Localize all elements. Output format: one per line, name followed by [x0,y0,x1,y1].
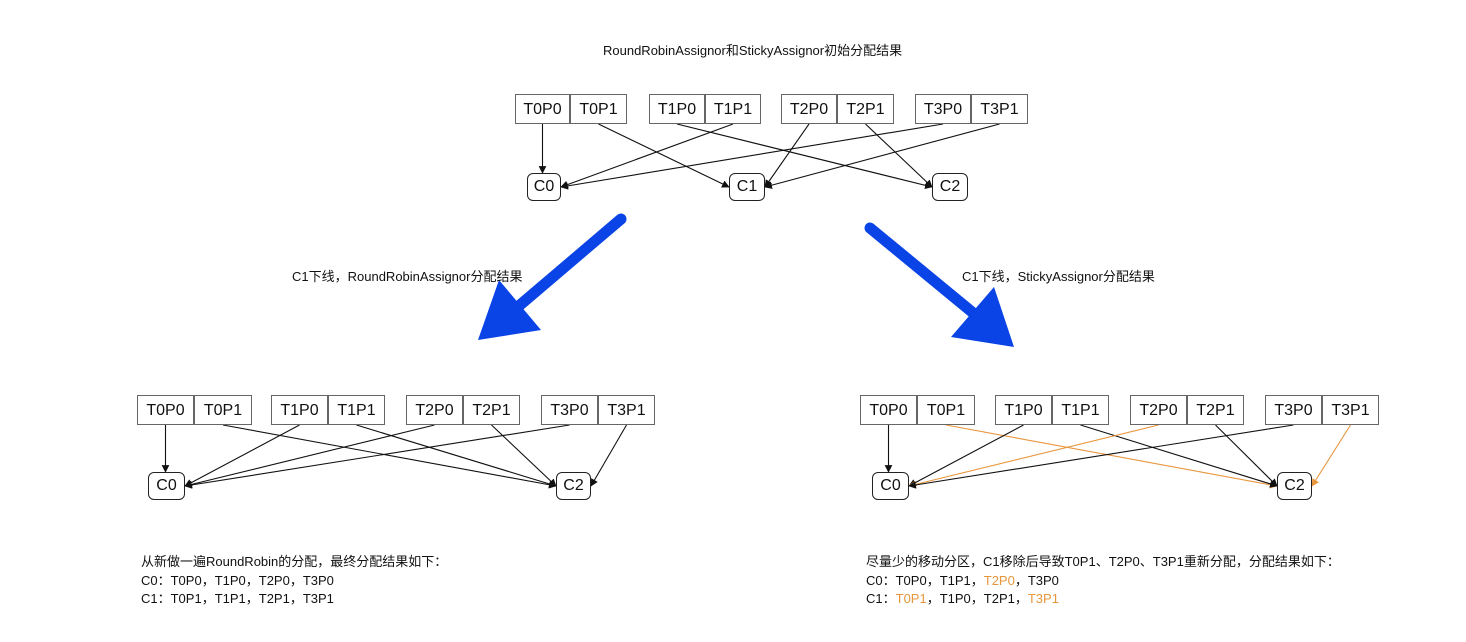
consumer-c2: C2 [1277,472,1312,500]
edge-t2p0-to-c0 [908,424,1159,489]
summary-sticky: 尽量少的移动分区，C1移除后导致T0P1、T2P0、T3P1重新分配，分配结果如… [866,553,1340,609]
title-sticky-after: C1下线，StickyAssignor分配结果 [962,269,1155,284]
edge-t2p1-to-c2 [865,123,933,188]
consumer-c0: C0 [148,472,185,500]
summary-line-c0: C0：T0P0，T1P1，T2P0，T3P0 [866,572,1340,591]
partition-t1p0: T1P0 [271,395,328,425]
summary-text: C0：T0P0，T1P1， [866,572,984,588]
partition-t3p1: T3P1 [1322,395,1379,425]
consumer-c1: C1 [729,173,765,201]
summary-line-c1: C1：T0P1，T1P0，T2P1，T3P1 [866,590,1340,609]
title-initial-assignment: RoundRobinAssignor和StickyAssignor初始分配结果 [603,43,903,58]
edges-top [538,123,1000,190]
partition-t0p0: T0P0 [137,395,194,425]
summary-text: ，T3P0 [1014,572,1059,588]
partition-t0p1: T0P1 [194,395,252,425]
summary-line-c0: C0：T0P0，T1P0，T2P0，T3P0 [141,572,447,591]
edge-t3p1-to-c2 [590,424,627,487]
partition-t2p0: T2P0 [781,94,837,124]
partition-t2p0: T2P0 [406,395,463,425]
partition-t2p1: T2P1 [837,94,894,124]
partition-t1p0: T1P0 [649,94,705,124]
edge-t2p1-to-c2 [491,424,557,487]
partition-t3p0: T3P0 [915,94,971,124]
summary-moved-partition: T3P1 [1027,591,1059,606]
partition-t0p1: T0P1 [570,94,627,124]
partition-t2p1: T2P1 [463,395,520,425]
consumer-c2: C2 [556,472,591,500]
consumer-c0: C0 [527,173,561,201]
summary-text: C0：T0P0，T1P0，T2P0，T3P0 [141,572,334,588]
summary-moved-partition: T0P1 [895,591,927,606]
big-arrow-right [864,222,1014,347]
partition-t3p1: T3P1 [971,94,1028,124]
title-roundrobin-after: C1下线，RoundRobinAssignor分配结果 [292,269,523,284]
summary-text: ，T1P0，T2P1， [926,591,1028,606]
consumer-c2: C2 [932,173,968,201]
summary-text: C1：T0P1，T1P1，T2P1，T3P1 [141,591,334,606]
partition-t1p0: T1P0 [995,395,1052,425]
summary-heading: 尽量少的移动分区，C1移除后导致T0P1、T2P0、T3P1重新分配，分配结果如… [866,554,1340,569]
consumer-c0: C0 [872,472,909,500]
assignor-comparison-diagram: RoundRobinAssignor和StickyAssignor初始分配结果 … [0,0,1466,642]
partition-t2p0: T2P0 [1130,395,1187,425]
summary-text: C1： [866,591,896,606]
partition-t0p0: T0P0 [860,395,917,425]
partition-t0p1: T0P1 [917,395,975,425]
partition-t1p1: T1P1 [1052,395,1109,425]
partition-t0p0: T0P0 [515,94,570,124]
edge-t1p1-to-c2 [356,424,557,488]
edge-t1p0-to-c2 [676,123,933,190]
partition-t3p0: T3P0 [1265,395,1322,425]
summary-line-c1: C1：T0P1，T1P1，T2P1，T3P1 [141,590,447,609]
partition-t1p1: T1P1 [328,395,385,425]
edge-t2p0-to-c0 [184,424,435,489]
partition-t1p1: T1P1 [705,94,761,124]
partition-t3p1: T3P1 [598,395,655,425]
edge-t3p1-to-c2 [1311,424,1351,487]
summary-heading: 从新做一遍RoundRobin的分配，最终分配结果如下： [141,554,448,569]
partition-t3p0: T3P0 [541,395,598,425]
summary-moved-partition: T2P0 [983,572,1015,588]
partition-t2p1: T2P1 [1187,395,1244,425]
summary-roundrobin: 从新做一遍RoundRobin的分配，最终分配结果如下： C0：T0P0，T1P… [141,553,447,609]
edge-t0p1-to-c2 [222,424,557,489]
edge-t1p1-to-c0 [560,123,734,189]
